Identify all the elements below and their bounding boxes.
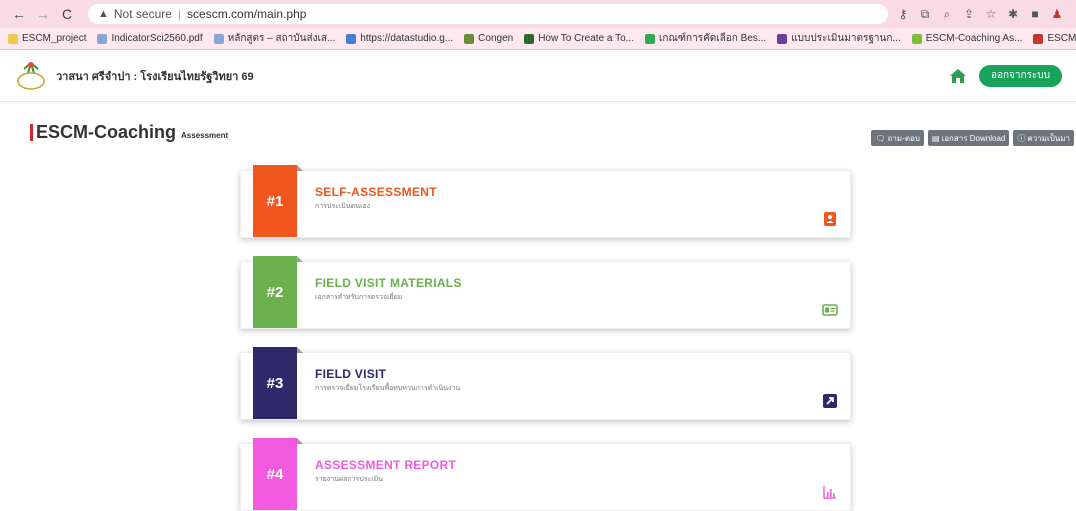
bookmark-favicon-icon <box>1033 33 1044 44</box>
user-school-name: วาสนา ศรีจำปา : โรงเรียนไทยรัฐวิทยา 69 <box>56 70 254 83</box>
id-card-icon[interactable] <box>822 302 838 318</box>
translate-icon[interactable]: ⧉ <box>914 7 936 22</box>
sidebar-icon[interactable]: ■ <box>1024 7 1046 21</box>
logout-button[interactable]: ออกจากระบบ <box>978 64 1062 87</box>
bookmark-item[interactable]: https://datastudio.g... <box>346 33 453 44</box>
browser-address-bar: ← → C ▲ Not secure | scescm.com/main.php… <box>0 0 1076 28</box>
warning-triangle-icon: ▲ <box>98 8 109 20</box>
bar-chart-icon[interactable] <box>822 484 838 500</box>
bookmark-label: Congen <box>478 33 514 44</box>
card-title: FIELD VISIT MATERIALS <box>315 276 462 290</box>
bookmark-favicon-icon <box>777 33 788 44</box>
bookmark-label: https://datastudio.g... <box>360 33 454 44</box>
card-title: ASSESSMENT REPORT <box>315 458 457 472</box>
top-action-buttons: 🗨 ถาม-ตอบ ▤ เอกสาร Download ⓘ ความเป็นมา <box>867 130 1074 146</box>
bookmark-item[interactable]: เกณฑ์การคัดเลือก Bes... <box>644 31 767 46</box>
action-button-label: เอกสาร Download <box>941 133 1006 143</box>
assessment-card-3[interactable]: #3 FIELD VISIT การตรวจเยี่ยมโรงเรียนพื้อทบ… <box>240 347 851 420</box>
assessment-card-4[interactable]: #4 ASSESSMENT REPORT รายงานผลการประเมิน <box>240 438 851 511</box>
bookmark-favicon-icon <box>213 33 224 44</box>
action-button-label: ถาม-ตอบ <box>887 133 920 143</box>
assessment-card-1[interactable]: #1 SELF-ASSESSMENT การประเมินตนเอง <box>240 165 851 238</box>
page-subtitle: Assessment <box>181 130 229 140</box>
page-title: ESCM-Coaching <box>36 121 177 142</box>
school-logo <box>14 59 48 93</box>
bookmark-item[interactable]: How To Create a To... <box>524 33 634 44</box>
extensions-icon[interactable]: ✱ <box>1002 7 1024 21</box>
card-title: SELF-ASSESSMENT <box>315 185 437 199</box>
bookmark-item[interactable]: หลักสูตร – สถาบันส่งเส... <box>213 31 336 46</box>
contact-book-icon[interactable] <box>822 211 838 227</box>
action-button-2[interactable]: ⓘ ความเป็นมา <box>1013 130 1074 146</box>
assessment-card-2[interactable]: #2 FIELD VISIT MATERIALS เอกสารสำหรับการตร… <box>240 256 851 329</box>
bookmark-label: หลักสูตร – สถาบันส่งเส... <box>227 33 336 44</box>
card-title: FIELD VISIT <box>315 367 387 381</box>
back-arrow-icon[interactable]: ← <box>8 3 30 25</box>
bookmark-favicon-icon <box>464 33 475 44</box>
url-text: scescm.com/main.php <box>187 7 307 21</box>
external-link-icon[interactable] <box>822 393 838 409</box>
share-icon[interactable]: ⇪ <box>958 7 980 21</box>
page-title-row: ESCM-Coaching Assessment 🗨 ถาม-ตอบ ▤ เอกสาร… <box>0 102 1076 162</box>
bookmark-label: IndicatorSci2560.pdf <box>111 33 203 44</box>
url-omnibox[interactable]: ▲ Not secure | scescm.com/main.php <box>88 4 888 24</box>
bookmark-label: ESCM-Coaching As... <box>925 33 1023 44</box>
key-icon[interactable]: ⚷ <box>892 7 914 21</box>
chat-icon: 🗨 <box>875 133 886 143</box>
bookmark-label: How To Create a To... <box>538 33 634 44</box>
bookmark-item[interactable]: ESCM-Coaching As... <box>911 33 1023 44</box>
bookmark-item[interactable]: แบบประเมินมาตรฐานก... <box>777 31 901 46</box>
bookmarks-bar: ESCM_project IndicatorSci2560.pdf หลักสูตร… <box>0 28 1076 50</box>
bookmark-favicon-icon <box>346 33 357 44</box>
bookmark-item[interactable]: ESCM <box>1033 33 1076 44</box>
home-icon[interactable] <box>949 67 967 85</box>
profile-icon[interactable]: ♟ <box>1046 7 1068 21</box>
card-subtitle: การตรวจเยี่ยมโรงเรียนพื้อทบทวนการดำเนินง… <box>315 385 461 392</box>
bookmark-label: ESCM <box>1047 33 1076 44</box>
bookmark-favicon-icon <box>911 33 922 44</box>
action-button-1[interactable]: ▤ เอกสาร Download <box>927 130 1010 146</box>
card-number-badge: #3 <box>253 347 303 419</box>
card-subtitle: การประเมินตนเอง <box>315 203 371 210</box>
bookmark-label: แบบประเมินมาตรฐานก... <box>791 33 901 44</box>
bookmark-label: เกณฑ์การคัดเลือก Bes... <box>658 33 767 44</box>
bookmark-item[interactable]: ESCM_project <box>8 33 86 44</box>
reload-icon[interactable]: C <box>56 3 78 25</box>
bookmark-item[interactable]: IndicatorSci2560.pdf <box>97 33 203 44</box>
bookmark-favicon-icon <box>644 33 655 44</box>
card-number-badge: #2 <box>253 256 303 328</box>
card-number-badge: #4 <box>253 438 303 510</box>
security-label: Not secure <box>113 7 172 21</box>
card-subtitle: เอกสารสำหรับการตรวจเยี่ยม <box>315 294 403 301</box>
action-button-label: ความเป็นมา <box>1027 133 1070 143</box>
action-button-0[interactable]: 🗨 ถาม-ตอบ <box>871 130 924 146</box>
omnibox-separator: | <box>177 7 182 21</box>
title-accent-bar <box>30 123 33 141</box>
card-number-badge: #1 <box>253 165 303 237</box>
browser-toolbar-icons: ⚷ ⧉ ⌕ ⇪ ☆ ✱ ■ ♟ <box>892 7 1068 22</box>
document-icon: ▤ <box>931 133 940 143</box>
bookmark-favicon-icon <box>8 33 18 44</box>
bookmark-favicon-icon <box>97 33 108 44</box>
star-icon[interactable]: ☆ <box>980 7 1002 21</box>
bookmark-favicon-icon <box>524 33 535 44</box>
bookmark-item[interactable]: Congen <box>464 33 513 44</box>
zoom-icon[interactable]: ⌕ <box>936 7 958 22</box>
forward-arrow-icon[interactable]: → <box>32 3 54 25</box>
info-icon: ⓘ <box>1017 133 1026 143</box>
bookmark-label: ESCM_project <box>22 33 87 44</box>
site-header: วาสนา ศรีจำปา : โรงเรียนไทยรัฐวิทยา 69 อ… <box>0 50 1076 102</box>
card-subtitle: รายงานผลการประเมิน <box>315 476 384 483</box>
